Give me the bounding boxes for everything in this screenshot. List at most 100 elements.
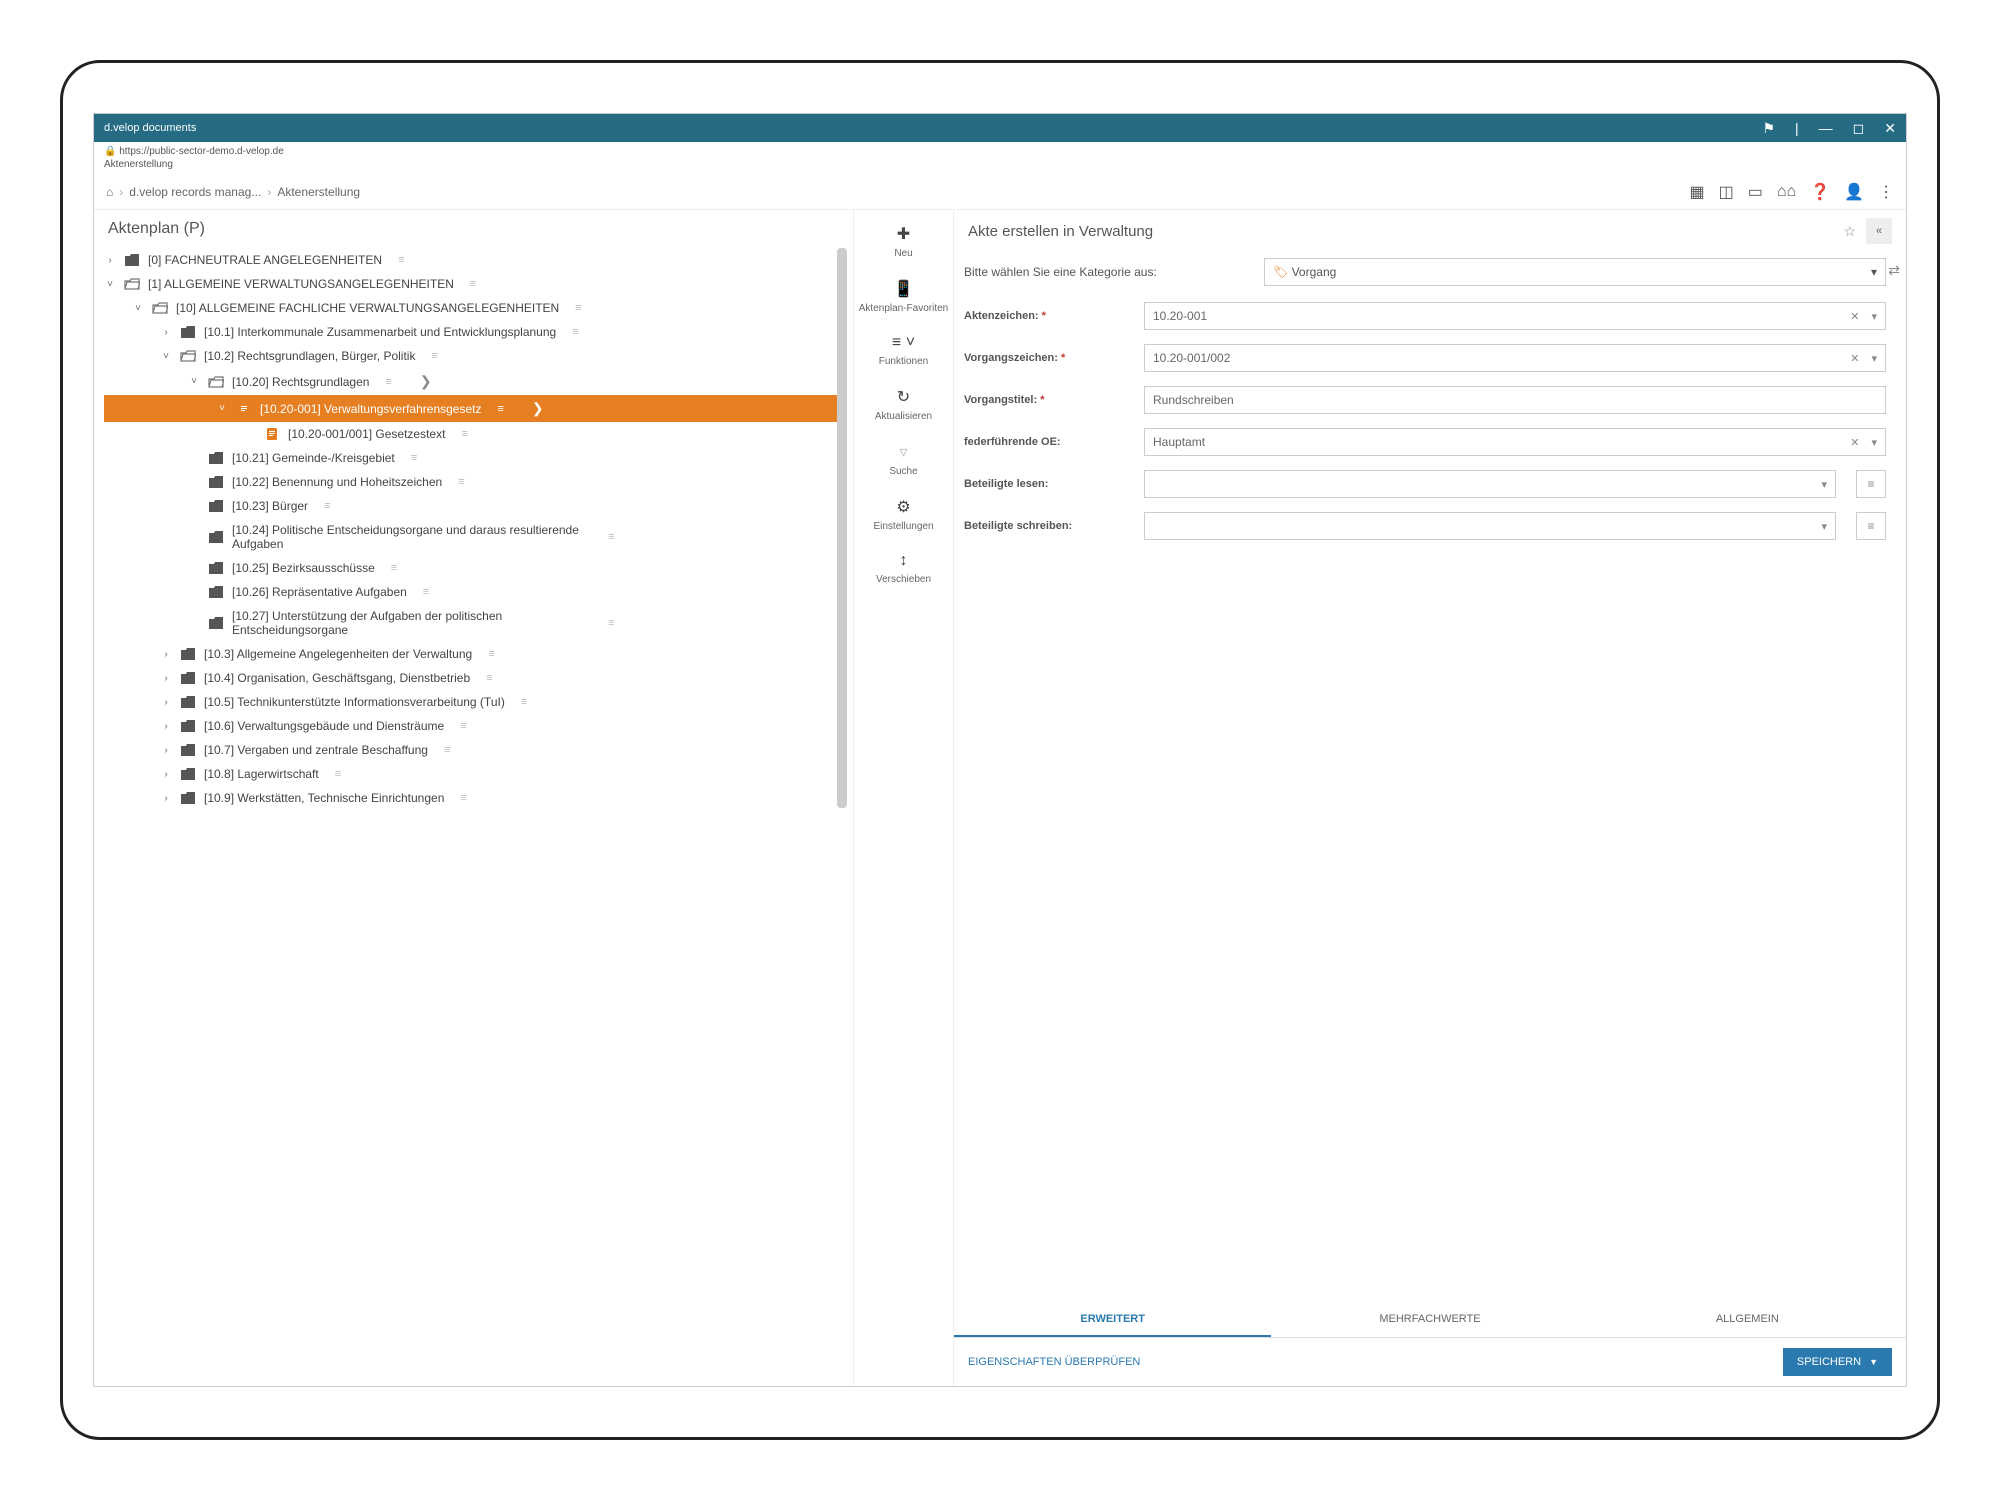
expand-toggle[interactable]: ˅ [216, 403, 228, 414]
drag-handle-icon[interactable]: ≡ [460, 792, 466, 804]
tree-row[interactable]: ›[10.4] Organisation, Geschäftsgang, Die… [104, 666, 847, 690]
drag-handle-icon[interactable]: ≡ [486, 672, 492, 684]
clear-icon[interactable]: ✕ [1850, 310, 1859, 323]
expand-toggle[interactable]: ˅ [132, 303, 144, 314]
tree-row[interactable]: ›[10.6] Verwaltungsgebäude und Diensträu… [104, 714, 847, 738]
toolbar-neu[interactable]: ✚Neu [894, 224, 912, 259]
drag-handle-icon[interactable]: ≡ [608, 617, 614, 629]
expand-toggle[interactable]: › [160, 793, 172, 804]
breadcrumb-item[interactable]: d.velop records manag... [129, 185, 261, 199]
chevron-right-icon[interactable]: ❯ [420, 373, 432, 390]
drag-handle-icon[interactable]: ≡ [458, 476, 464, 488]
tab-mehrfachwerte[interactable]: MEHRFACHWERTE [1271, 1303, 1588, 1337]
drag-handle-icon[interactable]: ≡ [411, 452, 417, 464]
minimize-icon[interactable]: — [1819, 120, 1833, 137]
columns-icon[interactable]: ◫ [1719, 182, 1734, 202]
tree-row[interactable]: [10.21] Gemeinde-/Kreisgebiet≡ [104, 446, 847, 470]
maximize-icon[interactable]: ◻ [1853, 120, 1865, 137]
pin-icon[interactable]: ⚑ [1762, 120, 1775, 137]
user-icon[interactable]: 👤 [1844, 182, 1864, 202]
expand-toggle[interactable]: › [104, 255, 116, 266]
toolbar-suche[interactable]: ▿Suche [889, 442, 917, 477]
close-icon[interactable]: ✕ [1884, 120, 1896, 137]
expand-toggle[interactable]: › [160, 649, 172, 660]
chevron-down-icon[interactable]: ▾ [1871, 352, 1877, 365]
list-extra-button[interactable]: ≡ [1856, 470, 1886, 498]
save-dropdown-caret[interactable]: ▼ [1869, 1357, 1878, 1367]
field-input[interactable]: 10.20-001✕▾ [1144, 302, 1886, 330]
clear-icon[interactable]: ✕ [1850, 436, 1859, 449]
tree-row[interactable]: ›[10.8] Lagerwirtschaft≡ [104, 762, 847, 786]
file-tree[interactable]: ›[0] FACHNEUTRALE ANGELEGENHEITEN≡˅[1] A… [94, 248, 853, 1386]
drag-handle-icon[interactable]: ≡ [444, 744, 450, 756]
tree-row[interactable]: [10.26] Repräsentative Aufgaben≡ [104, 580, 847, 604]
list-extra-button[interactable]: ≡ [1856, 512, 1886, 540]
tab-erweitert[interactable]: ERWEITERT [954, 1303, 1271, 1337]
tree-row[interactable]: [10.27] Unterstützung der Aufgaben der p… [104, 604, 847, 642]
drag-handle-icon[interactable]: ≡ [575, 302, 581, 314]
drag-handle-icon[interactable]: ≡ [391, 562, 397, 574]
toolbar-einstellungen[interactable]: ⚙Einstellungen [873, 497, 933, 532]
expand-toggle[interactable]: › [160, 327, 172, 338]
drag-handle-icon[interactable]: ≡ [497, 403, 503, 415]
tree-row[interactable]: ›[10.5] Technikunterstützte Informations… [104, 690, 847, 714]
expand-toggle[interactable]: › [160, 721, 172, 732]
drag-handle-icon[interactable]: ≡ [398, 254, 404, 266]
drag-handle-icon[interactable]: ≡ [488, 648, 494, 660]
tree-row[interactable]: [10.25] Bezirksausschüsse≡ [104, 556, 847, 580]
drag-handle-icon[interactable]: ≡ [521, 696, 527, 708]
tree-row[interactable]: [10.23] Bürger≡ [104, 494, 847, 518]
panel-icon[interactable]: ▭ [1748, 182, 1763, 202]
drag-handle-icon[interactable]: ≡ [572, 326, 578, 338]
expand-toggle[interactable]: ˅ [104, 279, 116, 290]
tree-row[interactable]: ˅[10.2] Rechtsgrundlagen, Bürger, Politi… [104, 344, 847, 368]
toolbar-aktenplan-favoriten[interactable]: 📱Aktenplan-Favoriten [859, 279, 949, 314]
tree-row[interactable]: ˅[1] ALLGEMEINE VERWALTUNGSANGELEGENHEIT… [104, 272, 847, 296]
tree-row[interactable]: ˅[10.20-001] Verwaltungsverfahrensgesetz… [104, 395, 847, 422]
expand-toggle[interactable]: › [160, 697, 172, 708]
star-icon[interactable]: ☆ [1843, 223, 1856, 240]
tree-scrollbar[interactable] [837, 248, 847, 808]
tree-row[interactable]: [10.22] Benennung und Hoheitszeichen≡ [104, 470, 847, 494]
drag-handle-icon[interactable]: ≡ [335, 768, 341, 780]
gift-icon[interactable]: ⌂⌂ [1777, 183, 1796, 201]
clear-icon[interactable]: ✕ [1850, 352, 1859, 365]
drag-handle-icon[interactable]: ≡ [423, 586, 429, 598]
tree-row[interactable]: ›[10.3] Allgemeine Angelegenheiten der V… [104, 642, 847, 666]
tree-row[interactable]: [10.20-001/001] Gesetzestext≡ [104, 422, 847, 446]
share-icon[interactable]: ⇄ [1888, 262, 1900, 279]
tab-allgemein[interactable]: ALLGEMEIN [1589, 1303, 1906, 1337]
drag-handle-icon[interactable]: ≡ [608, 531, 614, 543]
tree-row[interactable]: ›[10.1] Interkommunale Zusammenarbeit un… [104, 320, 847, 344]
tree-row[interactable]: ˅[10.20] Rechtsgrundlagen≡❯ [104, 368, 847, 395]
tree-row[interactable]: ›[10.9] Werkstätten, Technische Einricht… [104, 786, 847, 810]
save-button[interactable]: SPEICHERN ▼ [1783, 1348, 1892, 1376]
toolbar-funktionen[interactable]: ≡ ˅Funktionen [879, 334, 928, 367]
field-input[interactable]: Hauptamt✕▾ [1144, 428, 1886, 456]
chevron-down-icon[interactable]: ▾ [1821, 520, 1827, 533]
chevron-down-icon[interactable]: ▾ [1821, 478, 1827, 491]
close-panel-button[interactable]: « [1866, 218, 1892, 244]
tree-row[interactable]: [10.24] Politische Entscheidungsorgane u… [104, 518, 847, 556]
toolbar-verschieben[interactable]: ↕Verschieben [876, 552, 931, 585]
expand-toggle[interactable]: › [160, 745, 172, 756]
grid-view-icon[interactable]: ▦ [1689, 182, 1704, 202]
field-input[interactable]: 10.20-001/002✕▾ [1144, 344, 1886, 372]
expand-toggle[interactable]: › [160, 673, 172, 684]
drag-handle-icon[interactable]: ≡ [385, 376, 391, 388]
drag-handle-icon[interactable]: ≡ [431, 350, 437, 362]
field-input[interactable]: ▾ [1144, 470, 1836, 498]
field-input[interactable]: Rundschreiben [1144, 386, 1886, 414]
expand-toggle[interactable]: ˅ [188, 376, 200, 387]
chevron-down-icon[interactable]: ▾ [1871, 436, 1877, 449]
drag-handle-icon[interactable]: ≡ [324, 500, 330, 512]
more-icon[interactable]: ⋮ [1878, 182, 1894, 202]
tree-row[interactable]: ›[10.7] Vergaben und zentrale Beschaffun… [104, 738, 847, 762]
home-icon[interactable]: ⌂ [106, 185, 113, 199]
drag-handle-icon[interactable]: ≡ [461, 428, 467, 440]
tree-row[interactable]: ˅[10] ALLGEMEINE FACHLICHE VERWALTUNGSAN… [104, 296, 847, 320]
expand-toggle[interactable]: ˅ [160, 351, 172, 362]
expand-toggle[interactable]: › [160, 769, 172, 780]
category-select[interactable]: 🏷 Vorgang ▾ [1264, 258, 1886, 286]
tree-row[interactable]: ›[0] FACHNEUTRALE ANGELEGENHEITEN≡ [104, 248, 847, 272]
